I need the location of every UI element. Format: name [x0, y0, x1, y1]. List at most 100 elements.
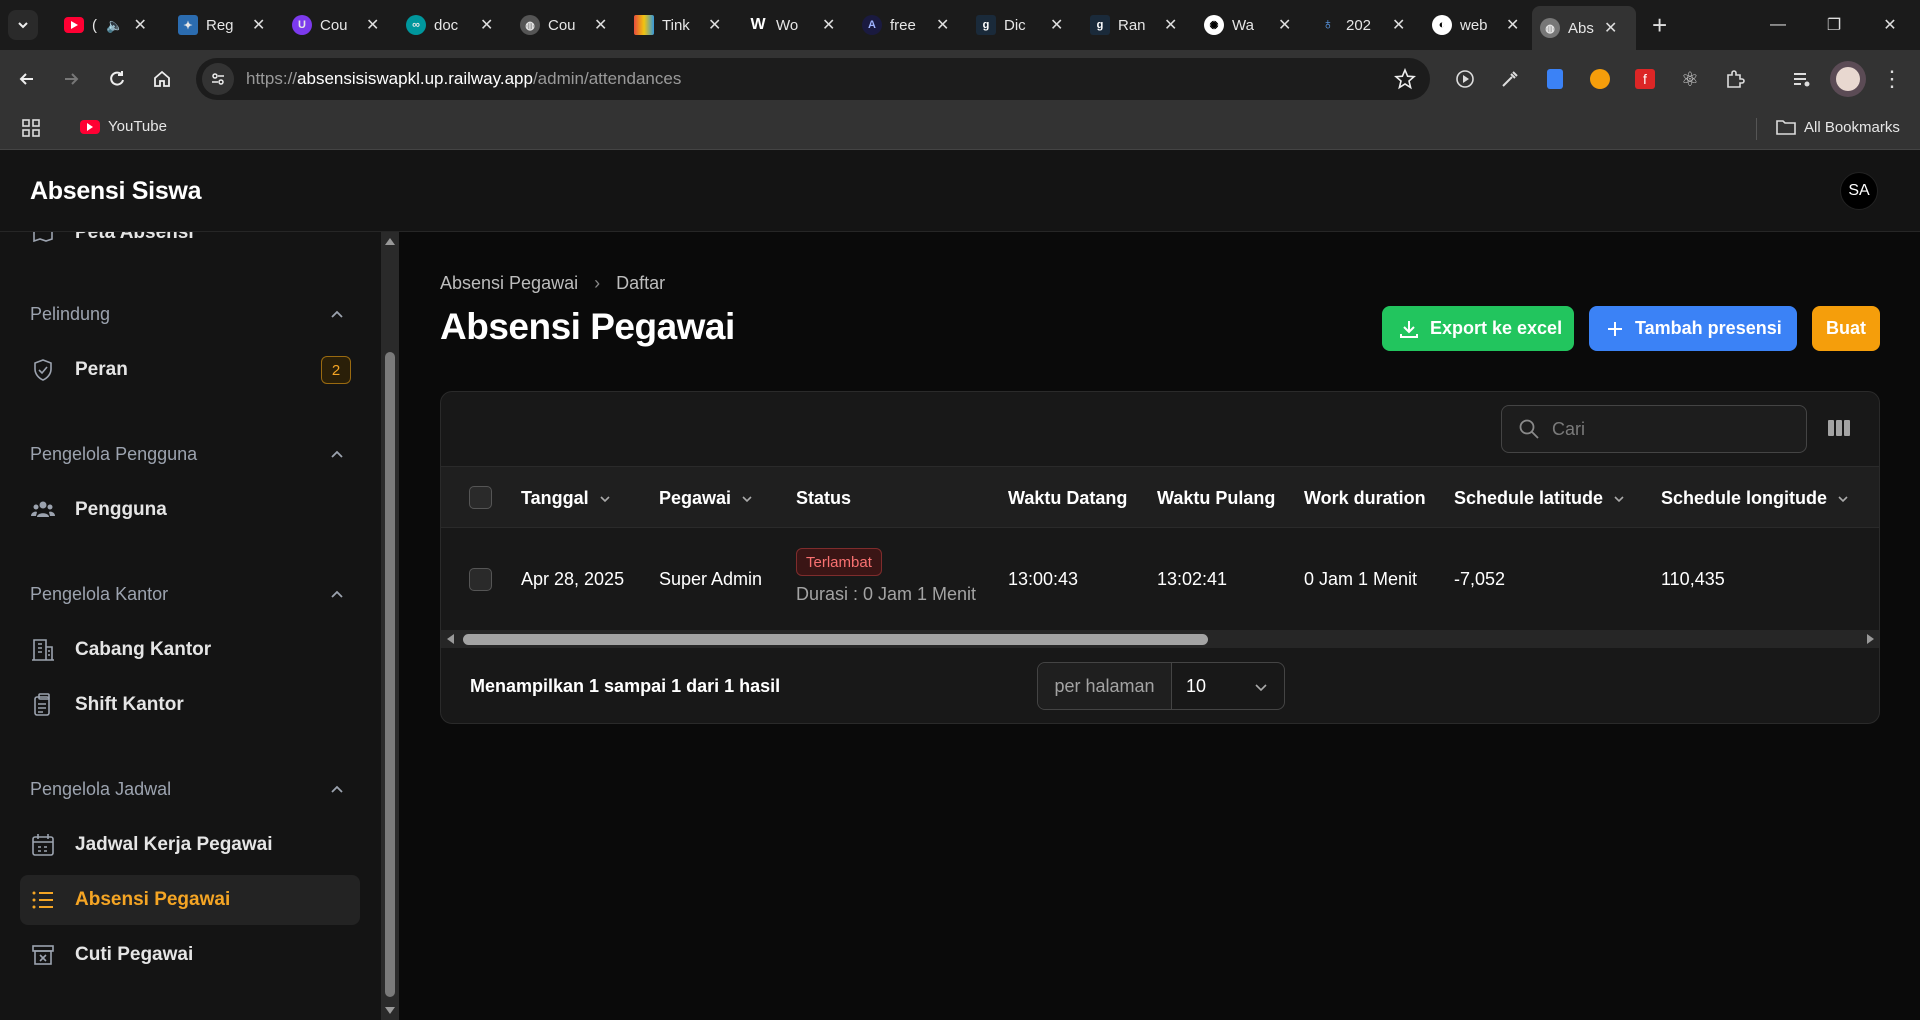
forward-button[interactable]	[56, 64, 86, 94]
close-icon[interactable]: ✕	[1050, 15, 1063, 35]
back-button[interactable]	[12, 64, 42, 94]
browser-tab[interactable]: ( 🔈 ✕	[56, 8, 147, 42]
reload-button[interactable]	[102, 64, 132, 94]
close-icon[interactable]: ✕	[822, 15, 835, 35]
media-queue-icon[interactable]	[1790, 67, 1814, 91]
column-header-tanggal[interactable]: Tanggal	[521, 488, 611, 509]
bookmark-youtube[interactable]: YouTube	[80, 118, 167, 135]
address-bar[interactable]: https://absensisiswapkl.up.railway.app/a…	[196, 58, 1430, 100]
extension-blue-icon[interactable]	[1543, 67, 1567, 91]
speaker-icon[interactable]: 🔈	[106, 17, 123, 34]
column-toggle-icon[interactable]	[1827, 418, 1851, 438]
chevron-up-icon[interactable]	[330, 588, 344, 602]
more-menu-icon[interactable]: ⋮	[1880, 66, 1904, 91]
close-icon[interactable]: ✕	[1392, 15, 1405, 35]
new-tab-button[interactable]: +	[1652, 12, 1667, 38]
puzzle-icon[interactable]	[1723, 67, 1747, 91]
media-icon[interactable]	[1453, 67, 1477, 91]
search-input[interactable]: Cari	[1501, 405, 1807, 453]
sidebar-item-peta-absensi[interactable]: Peta Absensi	[20, 232, 360, 258]
per-page-value: 10	[1186, 676, 1207, 696]
column-header-schedule-longitude[interactable]: Schedule longitude	[1661, 488, 1849, 509]
sidebar-group-title[interactable]: Pengelola Kantor	[30, 584, 168, 605]
sidebar-group-title[interactable]: Pelindung	[30, 304, 110, 325]
browser-tab[interactable]: U Cou ✕	[284, 8, 379, 42]
all-bookmarks-button[interactable]: All Bookmarks	[1776, 118, 1900, 136]
restore-button[interactable]: ❐	[1806, 0, 1862, 50]
web-icon: ◐	[1432, 15, 1452, 35]
sidebar-item-shift-kantor[interactable]: Shift Kantor	[20, 680, 360, 730]
react-icon[interactable]: ⚛	[1678, 67, 1702, 91]
close-icon[interactable]: ✕	[1164, 15, 1177, 35]
browser-tab[interactable]: ∞ doc ✕	[398, 8, 493, 42]
sidebar-item-pengguna[interactable]: Pengguna	[20, 485, 360, 535]
sidebar-scrollbar[interactable]	[381, 232, 399, 1020]
row-checkbox[interactable]	[469, 568, 492, 591]
column-header-schedule-latitude[interactable]: Schedule latitude	[1454, 488, 1625, 509]
sidebar-group-title[interactable]: Pengelola Jadwal	[30, 779, 171, 800]
table-row[interactable]: Apr 28, 2025 Super Admin Terlambat Duras…	[441, 528, 1879, 630]
browser-tab-active[interactable]: ◍ Abs ✕	[1532, 6, 1636, 50]
browser-tab[interactable]: g Dic ✕	[968, 8, 1063, 42]
tab-title: Cou	[320, 16, 348, 34]
eyedropper-icon[interactable]	[1498, 67, 1522, 91]
scroll-down-arrow-icon[interactable]	[385, 1007, 395, 1014]
brand-title[interactable]: Absensi Siswa	[30, 177, 201, 206]
chevron-up-icon[interactable]	[330, 448, 344, 462]
star-icon[interactable]	[1394, 67, 1416, 95]
tab-search-button[interactable]	[8, 10, 38, 40]
home-button[interactable]	[147, 64, 177, 94]
site-info-icon[interactable]	[202, 63, 234, 95]
scrollbar-thumb[interactable]	[385, 352, 395, 997]
cookie-icon[interactable]	[1588, 67, 1612, 91]
close-icon[interactable]: ✕	[252, 15, 265, 35]
browser-tab[interactable]: g Ran ✕	[1082, 8, 1177, 42]
flash-icon[interactable]: f	[1633, 67, 1657, 91]
close-window-button[interactable]: ✕	[1862, 0, 1918, 50]
bookmarks-bar: YouTube All Bookmarks	[0, 108, 1920, 150]
export-excel-button[interactable]: Export ke excel	[1382, 306, 1574, 351]
apps-grid-icon[interactable]	[22, 119, 40, 137]
sidebar-item-peran[interactable]: Peran 2	[20, 345, 360, 395]
scroll-left-arrow-icon[interactable]	[447, 634, 454, 644]
per-page-label: per halaman	[1038, 663, 1172, 709]
minimize-button[interactable]: —	[1750, 0, 1806, 50]
per-page-select[interactable]: per halaman 10	[1037, 662, 1285, 710]
scrollbar-thumb[interactable]	[463, 634, 1208, 645]
sidebar-item-absensi-pegawai[interactable]: Absensi Pegawai	[20, 875, 360, 925]
table-horizontal-scrollbar[interactable]	[441, 630, 1879, 648]
close-icon[interactable]: ✕	[133, 15, 146, 35]
close-icon[interactable]: ✕	[480, 15, 493, 35]
column-header-pegawai[interactable]: Pegawai	[659, 488, 753, 509]
close-icon[interactable]: ✕	[1604, 18, 1617, 38]
user-avatar[interactable]: SA	[1840, 172, 1878, 210]
profile-avatar[interactable]	[1830, 61, 1866, 97]
create-button[interactable]: Buat	[1812, 306, 1880, 351]
close-icon[interactable]: ✕	[1278, 15, 1291, 35]
browser-tab[interactable]: W Wo ✕	[740, 8, 835, 42]
sidebar-item-jadwal-kerja-pegawai[interactable]: Jadwal Kerja Pegawai	[20, 820, 360, 870]
close-icon[interactable]: ✕	[594, 15, 607, 35]
browser-tab[interactable]: Tink ✕	[626, 8, 721, 42]
close-icon[interactable]: ✕	[708, 15, 721, 35]
browser-tab[interactable]: ✦ Reg ✕	[170, 8, 265, 42]
browser-tab[interactable]: ◍ Cou ✕	[512, 8, 607, 42]
add-attendance-button[interactable]: Tambah presensi	[1589, 306, 1797, 351]
chevron-up-icon[interactable]	[330, 783, 344, 797]
breadcrumb-link[interactable]: Absensi Pegawai	[440, 273, 578, 294]
sidebar-item-cuti-pegawai[interactable]: Cuti Pegawai	[20, 930, 360, 980]
sidebar-item-cabang-kantor[interactable]: Cabang Kantor	[20, 625, 360, 675]
chevron-down-icon	[18, 22, 28, 29]
close-icon[interactable]: ✕	[1506, 15, 1519, 35]
browser-tab[interactable]: ♁ 202 ✕	[1310, 8, 1405, 42]
browser-tab[interactable]: ✺ Wa ✕	[1196, 8, 1291, 42]
browser-tab[interactable]: A free ✕	[854, 8, 949, 42]
close-icon[interactable]: ✕	[936, 15, 949, 35]
select-all-checkbox[interactable]	[469, 486, 492, 509]
scroll-right-arrow-icon[interactable]	[1867, 634, 1874, 644]
browser-tab[interactable]: ◐ web ✕	[1424, 8, 1519, 42]
chevron-up-icon[interactable]	[330, 308, 344, 322]
scroll-up-arrow-icon[interactable]	[385, 238, 395, 245]
sidebar-group-title[interactable]: Pengelola Pengguna	[30, 444, 197, 465]
close-icon[interactable]: ✕	[366, 15, 379, 35]
